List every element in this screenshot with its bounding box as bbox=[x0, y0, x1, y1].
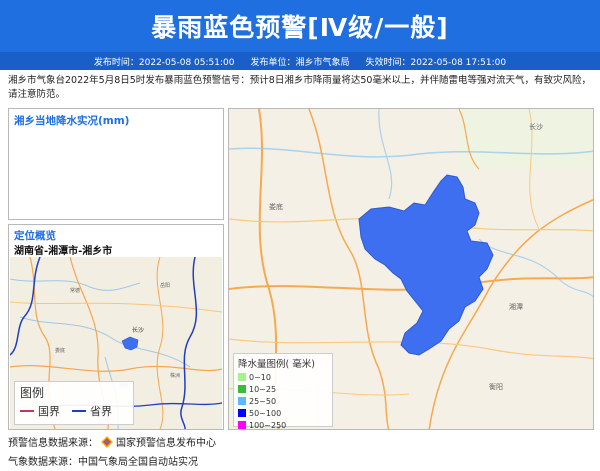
warning-title: 暴雨蓝色预警[Ⅳ级/一般] bbox=[151, 13, 449, 42]
rainfall-swatch-icon bbox=[238, 397, 246, 405]
warning-banner: 暴雨蓝色预警[Ⅳ级/一般] bbox=[0, 0, 600, 52]
national-border-swatch-icon bbox=[20, 410, 34, 412]
weather-source-text: 气象数据来源：中国气象局全国自动站实况 bbox=[8, 457, 198, 468]
svg-text:娄底: 娄底 bbox=[55, 347, 65, 354]
overview-map[interactable]: 长沙 常德 岳阳 娄底 株洲 衡阳 邵阳 图例 国界 省界 bbox=[10, 257, 222, 429]
rainfall-range-label: 0~10 bbox=[249, 372, 271, 382]
warning-source-label: 预警信息数据来源： bbox=[8, 438, 98, 449]
legend-item-label: 省界 bbox=[90, 405, 112, 418]
location-panel-title: 定位概览 bbox=[14, 230, 56, 242]
rainfall-legend: 降水量图例( 毫米) 0~10 10~25 25~50 50~100 100~2… bbox=[233, 353, 333, 430]
legend-item-national-border: 国界 bbox=[20, 403, 60, 419]
province-border-swatch-icon bbox=[72, 410, 86, 412]
rainfall-range-label: 100~250 bbox=[249, 420, 287, 430]
svg-text:长沙: 长沙 bbox=[132, 326, 144, 334]
svg-text:娄底: 娄底 bbox=[269, 202, 283, 211]
warning-center-link[interactable]: 国家预警信息发布中心 bbox=[116, 434, 216, 449]
svg-text:湘潭: 湘潭 bbox=[509, 302, 523, 311]
overview-legend: 图例 国界 省界 bbox=[14, 381, 134, 425]
warning-center-logo-icon bbox=[101, 435, 113, 448]
rain-observation-panel: 湘乡当地降水实况(mm) bbox=[8, 108, 224, 220]
publisher: 发布单位：湘乡市气象局 bbox=[250, 57, 350, 68]
rainfall-legend-row: 10~25 bbox=[238, 383, 328, 395]
rainfall-legend-row: 25~50 bbox=[238, 395, 328, 407]
expire-time: 失效时间：2022-05-08 17:51:00 bbox=[365, 57, 507, 68]
legend-items: 国界 省界 bbox=[20, 403, 128, 419]
rainfall-range-label: 10~25 bbox=[249, 384, 277, 394]
legend-item-province-border: 省界 bbox=[72, 403, 112, 419]
warning-meta-bar: 发布时间：2022-05-08 05:51:00 发布单位：湘乡市气象局 失效时… bbox=[0, 52, 600, 70]
rainfall-swatch-icon bbox=[238, 409, 246, 417]
weather-source-line: 气象数据来源：中国气象局全国自动站实况 bbox=[8, 453, 198, 468]
svg-text:株洲: 株洲 bbox=[170, 372, 180, 379]
rainfall-legend-row: 0~10 bbox=[238, 371, 328, 383]
legend-title: 图例 bbox=[20, 386, 45, 400]
rainfall-swatch-icon bbox=[238, 421, 246, 429]
rainfall-legend-row: 50~100 bbox=[238, 407, 328, 419]
svg-text:衡阳: 衡阳 bbox=[489, 382, 503, 391]
rain-panel-title: 湘乡当地降水实况(mm) bbox=[14, 115, 130, 127]
rainfall-swatch-icon bbox=[238, 385, 246, 393]
svg-text:常德: 常德 bbox=[70, 287, 80, 294]
rainfall-range-label: 50~100 bbox=[249, 408, 282, 418]
warning-source-line: 预警信息数据来源： 国家预警信息发布中心 bbox=[8, 434, 216, 449]
svg-text:岳阳: 岳阳 bbox=[160, 282, 170, 289]
svg-text:长沙: 长沙 bbox=[529, 122, 543, 131]
warning-description: 湘乡市气象台2022年5月8日5时发布暴雨蓝色预警信号：预计8日湘乡市降雨量将达… bbox=[8, 75, 591, 100]
publish-time: 发布时间：2022-05-08 05:51:00 bbox=[93, 57, 235, 68]
warning-area-map[interactable]: 长沙 娄底 湘潭 衡阳 降水量图例( 毫米) 0~10 10~25 25~50 … bbox=[228, 108, 594, 430]
rainfall-legend-row: 100~250 bbox=[238, 419, 328, 430]
rainfall-range-label: 25~50 bbox=[249, 396, 277, 406]
rainfall-swatch-icon bbox=[238, 373, 246, 381]
location-overview-panel: 定位概览 湖南省-湘潭市-湘乡市 长沙 常德 岳阳 娄底 株洲 衡阳 邵阳 图例 bbox=[8, 224, 224, 430]
rainfall-legend-title: 降水量图例( 毫米) bbox=[238, 359, 315, 370]
legend-item-label: 国界 bbox=[38, 405, 60, 418]
location-path: 湖南省-湘潭市-湘乡市 bbox=[14, 246, 113, 257]
